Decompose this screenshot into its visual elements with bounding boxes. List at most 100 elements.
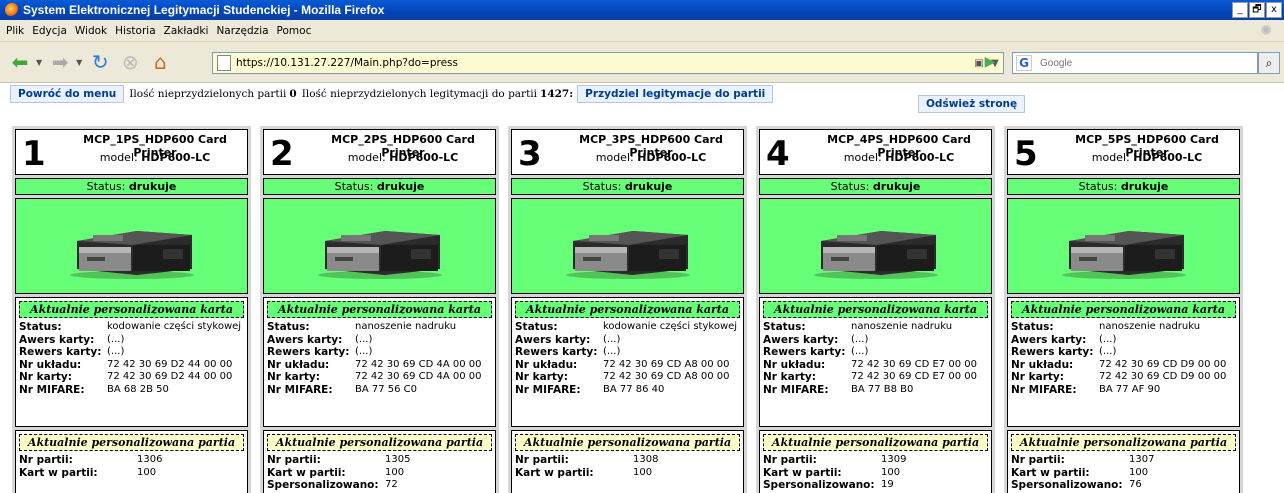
printer-header: 1 MCP_1PS_HDP600 Card Printer model: HDP… — [15, 129, 248, 175]
batch-number-label: Nr partii: — [1011, 454, 1065, 466]
menu-widok[interactable]: Widok — [75, 25, 107, 37]
stop-icon[interactable]: ⊗ — [116, 49, 144, 75]
menu-narzedzia[interactable]: Narzędzia — [216, 25, 268, 37]
mifare-number-label: Nr MIFARE: — [763, 383, 829, 396]
menu-zakladki[interactable]: Zakładki — [164, 25, 209, 37]
status-value: drukuje — [872, 180, 921, 193]
maximize-button[interactable]: 🗗 — [1249, 2, 1265, 18]
menu-pomoc[interactable]: Pomoc — [277, 25, 312, 37]
current-batch-title: Aktualnie personalizowana partia — [267, 434, 492, 451]
awers-label: Awers karty: — [1011, 333, 1087, 346]
model-label: model: — [99, 151, 138, 164]
unassigned-ids-value: 1427: — [540, 88, 574, 100]
refresh-page-button[interactable]: Odśwież stronę — [918, 95, 1026, 113]
card-number-value: 72 42 30 69 CD A8 00 00 — [603, 371, 730, 382]
chip-number-label: Nr układu: — [1011, 358, 1074, 371]
printer-image-box — [511, 198, 744, 294]
status-value: drukuje — [128, 180, 177, 193]
printer-panel: 3 MCP_3PS_HDP600 Card Printer model: HDP… — [508, 126, 747, 493]
rewers-label: Rewers karty: — [267, 346, 350, 358]
card-printer-icon — [317, 231, 442, 279]
chip-number-value: 72 42 30 69 CD E7 00 00 — [851, 358, 977, 370]
back-arrow-icon[interactable]: ⬅ — [6, 49, 34, 75]
current-card-box: Aktualnie personalizowana karta Status: n… — [1007, 297, 1240, 427]
current-card-box: Aktualnie personalizowana karta Status: n… — [263, 297, 496, 427]
awers-label: Awers karty: — [515, 333, 591, 346]
awers-value: (...) — [107, 333, 125, 345]
cards-in-batch-label: Kart w partii: — [763, 466, 842, 479]
control-row: Powróć do menu Ilość nieprzydzielonych p… — [0, 83, 1284, 105]
current-card-box: Aktualnie personalizowana karta Status: k… — [511, 297, 744, 427]
card-status-value: nanoszenie nadruku — [851, 321, 953, 332]
batch-number-value: 1307 — [1129, 454, 1155, 465]
navigation-toolbar: ⬅ ▼ ➡ ▼ ↻ ⊗ ⌂ https://10.131.27.227/Main… — [0, 42, 1284, 83]
unassigned-batches-value: 0 — [289, 88, 297, 100]
printers-grid: 1 MCP_1PS_HDP600 Card Printer model: HDP… — [12, 126, 1243, 493]
printer-status-bar: Status: drukuje — [1007, 178, 1240, 195]
close-button[interactable]: x — [1266, 2, 1282, 18]
printer-number: 3 — [518, 134, 542, 174]
card-printer-icon — [69, 231, 194, 279]
minimize-button[interactable]: _ — [1232, 2, 1248, 18]
rewers-value: (...) — [355, 346, 373, 357]
back-to-menu-button[interactable]: Powróć do menu — [10, 85, 125, 103]
status-label: Status: — [334, 180, 374, 193]
window-titlebar: System Elektronicznej Legitymacji Studen… — [0, 0, 1284, 20]
status-label: Status: — [86, 180, 126, 193]
status-label: Status: — [1078, 180, 1118, 193]
batch-details-table: Nr partii: 1306 Kart w partii: 100 — [19, 454, 162, 479]
printer-model: model: HDP600-LC — [556, 151, 746, 164]
printer-number: 1 — [22, 134, 46, 174]
batch-number-value: 1305 — [385, 454, 411, 465]
cards-in-batch-label: Kart w partii: — [515, 466, 594, 479]
google-search-engine-icon[interactable]: G — [1016, 55, 1032, 71]
current-card-title: Aktualnie personalizowana karta — [19, 301, 244, 318]
menu-historia[interactable]: Historia — [115, 25, 156, 37]
card-number-value: 72 42 30 69 D2 44 00 00 — [107, 371, 233, 382]
rewers-label: Rewers karty: — [515, 346, 598, 358]
model-label: model: — [595, 151, 634, 164]
current-batch-title: Aktualnie personalizowana partia — [763, 434, 988, 451]
current-batch-box: Aktualnie personalizowana partia Nr part… — [511, 430, 744, 493]
go-arrow-icon[interactable]: ▶ — [980, 52, 1000, 72]
card-number-label: Nr karty: — [19, 371, 72, 383]
batch-details-table: Nr partii: 1309 Kart w partii: 100 Sperson… — [763, 454, 906, 492]
printer-model: model: HDP600-LC — [1052, 151, 1242, 164]
current-batch-title: Aktualnie personalizowana partia — [515, 434, 740, 451]
printer-number: 2 — [270, 134, 294, 174]
model-value: HDP600-LC — [637, 151, 707, 164]
printer-image-box — [263, 198, 496, 294]
card-status-value: kodowanie części stykowej — [603, 321, 738, 332]
batch-number-label: Nr partii: — [763, 454, 817, 466]
search-input[interactable] — [1038, 56, 1232, 70]
url-text[interactable]: https://10.131.27.227/Main.php?do=press — [236, 57, 971, 69]
forward-history-dropdown-icon[interactable]: ▼ — [76, 58, 82, 67]
assign-ids-button[interactable]: Przydziel legitymacje do partii — [577, 85, 774, 103]
current-batch-title: Aktualnie personalizowana partia — [1011, 434, 1236, 451]
activity-throbber-icon: ✺ — [1260, 22, 1272, 39]
mifare-number-label: Nr MIFARE: — [267, 383, 333, 396]
rewers-value: (...) — [603, 346, 621, 357]
reload-icon[interactable]: ↻ — [86, 49, 114, 75]
card-number-label: Nr karty: — [763, 371, 816, 383]
printer-image-box — [759, 198, 992, 294]
mifare-number-value: BA 77 AF 90 — [1099, 383, 1161, 395]
cards-in-batch-value: 100 — [881, 466, 901, 478]
printer-image-box — [1007, 198, 1240, 294]
search-bar[interactable]: G — [1012, 52, 1258, 74]
awers-value: (...) — [603, 333, 621, 345]
current-card-box: Aktualnie personalizowana karta Status: k… — [15, 297, 248, 427]
search-magnifier-icon[interactable]: ⌕ — [1258, 52, 1280, 74]
url-bar[interactable]: https://10.131.27.227/Main.php?do=press … — [212, 52, 1004, 74]
chip-number-label: Nr układu: — [19, 358, 82, 371]
model-value: HDP600-LC — [885, 151, 955, 164]
forward-arrow-icon[interactable]: ➡ — [46, 49, 74, 75]
current-card-title: Aktualnie personalizowana karta — [1011, 301, 1236, 318]
menu-plik[interactable]: Plik — [6, 25, 24, 37]
back-history-dropdown-icon[interactable]: ▼ — [36, 58, 42, 67]
cards-in-batch-value: 100 — [137, 466, 157, 478]
menu-edycja[interactable]: Edycja — [32, 25, 67, 37]
menu-bar: Plik Edycja Widok Historia Zakładki Narz… — [0, 20, 1284, 42]
home-icon[interactable]: ⌂ — [146, 49, 174, 75]
cards-in-batch-label: Kart w partii: — [19, 466, 98, 479]
